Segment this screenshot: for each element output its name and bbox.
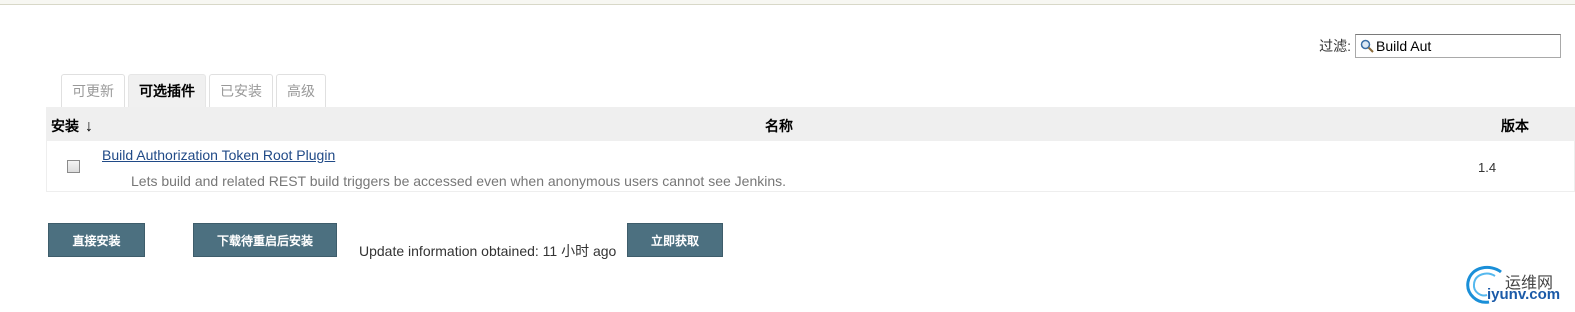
column-header-version[interactable]: 版本: [1501, 116, 1529, 136]
tab-available[interactable]: 可选插件: [128, 74, 206, 107]
tab-updates[interactable]: 可更新: [61, 74, 125, 107]
plugin-checkbox[interactable]: [67, 160, 80, 173]
filter-bar: 过滤:: [1319, 34, 1561, 58]
download-restart-button[interactable]: 下载待重启后安装: [193, 223, 337, 257]
plugin-name-link[interactable]: Build Authorization Token Root Plugin: [102, 147, 335, 163]
update-info-text: Update information obtained: 11 小时 ago: [359, 243, 617, 259]
filter-input[interactable]: [1376, 35, 1556, 57]
install-now-button[interactable]: 直接安装: [48, 223, 145, 257]
plugin-tabs: 可更新 可选插件 已安装 高级: [61, 74, 326, 107]
table-row: Build Authorization Token Root Plugin Le…: [46, 141, 1575, 192]
table-header: 安装 ↓ 名称 版本: [46, 107, 1575, 141]
filter-field[interactable]: [1355, 34, 1561, 58]
watermark-en-text: iyunv.com: [1487, 286, 1561, 303]
watermark-logo: 运维网 iyunv.com: [1465, 264, 1567, 306]
search-icon: [1360, 39, 1374, 53]
plugin-table: 安装 ↓ 名称 版本 Build Authorization Token Root…: [46, 107, 1575, 192]
column-header-install-label: 安装: [51, 118, 79, 134]
tab-installed[interactable]: 已安装: [209, 74, 273, 107]
plugin-description: Lets build and related REST build trigge…: [131, 173, 787, 189]
fetch-now-button[interactable]: 立即获取: [627, 223, 723, 257]
column-header-name[interactable]: 名称: [765, 116, 793, 136]
top-border: [0, 0, 1575, 5]
tab-advanced[interactable]: 高级: [276, 74, 326, 107]
sort-arrow-icon[interactable]: ↓: [85, 118, 93, 135]
plugin-version: 1.4: [1478, 160, 1497, 175]
filter-label: 过滤:: [1319, 38, 1351, 54]
column-header-install[interactable]: 安装 ↓: [51, 116, 93, 136]
